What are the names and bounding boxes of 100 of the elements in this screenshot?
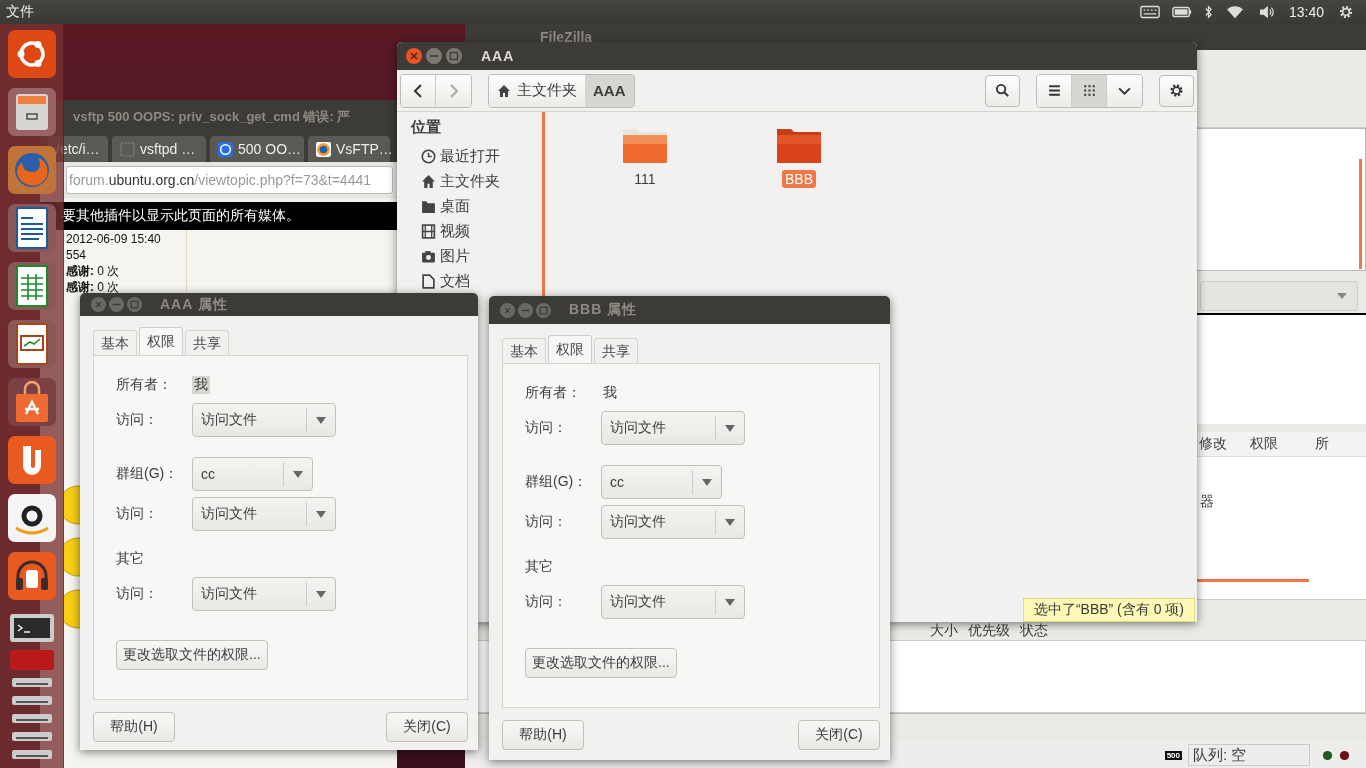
tile-icon[interactable]: [7, 436, 56, 484]
clock[interactable]: 13:40: [1288, 4, 1324, 20]
help-button[interactable]: 帮助(H): [502, 720, 584, 750]
path-button[interactable]: 主文件夹: [489, 74, 585, 107]
dialog-tab[interactable]: 权限: [139, 327, 183, 355]
column-header[interactable]: 所: [1314, 435, 1366, 454]
field-label: 所有者：: [525, 384, 582, 402]
window-title: BBB 属性: [569, 301, 638, 319]
grid-view-button[interactable]: [1072, 74, 1107, 107]
sidebar-item[interactable]: 视频: [411, 219, 542, 244]
permission-dropdown[interactable]: 访问文件: [192, 403, 336, 437]
address-field[interactable]: forum.ubuntu.org.cn/viewtopic.php?f=73&t=4441: [66, 166, 393, 194]
settings-button[interactable]: [1159, 74, 1194, 107]
field-label: 其它: [525, 558, 554, 576]
column-header[interactable]: 大小: [930, 621, 958, 640]
field-label: 访问：: [116, 505, 159, 523]
sidebar-item[interactable]: 图片: [411, 244, 542, 269]
sidebar-item[interactable]: 主文件夹: [411, 169, 542, 194]
dropdown-arrow-icon: [293, 470, 303, 478]
post-info-text: 554: [66, 247, 88, 263]
close-icon[interactable]: [405, 47, 423, 65]
dialog-tab[interactable]: 权限: [548, 335, 592, 363]
camera-icon: [421, 249, 436, 264]
headphones-icon[interactable]: [7, 552, 56, 600]
permission-dropdown[interactable]: 访问文件: [601, 411, 745, 445]
search-button[interactable]: [985, 74, 1020, 107]
scrollbar-thumb[interactable]: [1197, 578, 1309, 582]
dropdown-arrow-icon: [725, 598, 735, 606]
minimize-icon[interactable]: [425, 47, 443, 65]
window-title: AAA: [481, 48, 515, 64]
sidebar-item[interactable]: 文档: [411, 269, 542, 294]
speed-limit-badge: 500: [1164, 750, 1182, 760]
permission-dropdown[interactable]: 访问文件: [192, 497, 336, 531]
bag-icon[interactable]: [7, 378, 56, 426]
scrollbar-thumb[interactable]: [1359, 158, 1362, 269]
column-header[interactable]: 状态: [1020, 621, 1048, 640]
window-title: FileZilla: [540, 28, 593, 45]
maximize-icon[interactable]: [445, 47, 463, 65]
post-info-text: 2012-06-09 15:40: [66, 231, 162, 247]
post-info-text: 感谢: 0 次: [66, 263, 121, 279]
window-title: AAA 属性: [160, 295, 228, 314]
view-menu-button[interactable]: [1107, 74, 1142, 107]
bluetooth-icon[interactable]: [1203, 5, 1213, 19]
post-info-text: 感谢: 0 次: [66, 279, 121, 295]
help-button[interactable]: 帮助(H): [93, 712, 175, 742]
permission-dropdown[interactable]: 访问文件: [601, 585, 745, 619]
keyboard-icon[interactable]: [1139, 5, 1160, 19]
field-label: 所有者：: [116, 376, 173, 394]
sidebar-item[interactable]: 最近打开: [411, 144, 542, 169]
sidebar-heading: 位置: [411, 118, 442, 137]
page-icon: [120, 141, 135, 157]
permission-dropdown[interactable]: 访问文件: [601, 505, 745, 539]
permission-dropdown[interactable]: 访问文件: [192, 577, 336, 611]
notice-text: 要其他插件以显示此页面的所有媒体。: [62, 207, 300, 225]
owner-value: 我: [602, 384, 618, 402]
field-label: 群组(G)：: [525, 473, 589, 491]
list-view-button[interactable]: [1037, 74, 1072, 107]
slides-icon[interactable]: [7, 320, 56, 368]
emoticon-icon: [64, 485, 80, 525]
settings-icon: [1169, 83, 1184, 98]
file-name[interactable]: 111: [631, 170, 659, 188]
smile-icon[interactable]: [7, 494, 56, 542]
dropdown-arrow-icon: [725, 518, 735, 526]
field-label: 访问：: [525, 513, 568, 531]
column-header[interactable]: 权限: [1250, 435, 1315, 454]
path-button[interactable]: AAA: [585, 74, 634, 107]
doc-icon[interactable]: [7, 204, 56, 252]
column-header[interactable]: 优先级: [968, 621, 1010, 640]
sidebar-item[interactable]: 桌面: [411, 194, 542, 219]
dropdown-arrow-icon: [725, 424, 735, 432]
cabinet-icon[interactable]: [7, 88, 56, 136]
permission-dropdown[interactable]: cc: [192, 457, 313, 491]
wifi-icon[interactable]: [1224, 5, 1245, 19]
change-permissions-button[interactable]: 更改选取文件的权限...: [525, 648, 677, 678]
status-light-icon: [1322, 749, 1333, 761]
status-tooltip: 选中了“BBB” (含有 0 项): [1022, 598, 1195, 622]
globe-icon[interactable]: [7, 146, 56, 194]
app-tile-icon[interactable]: [7, 648, 56, 670]
browser-tab[interactable]: vsftpd …: [112, 136, 206, 162]
film-icon: [421, 224, 436, 239]
list-icon: [1046, 83, 1062, 98]
change-permissions-button[interactable]: 更改选取文件的权限...: [116, 640, 268, 670]
back-button[interactable]: [401, 74, 436, 107]
close-button[interactable]: 关闭(C): [386, 712, 468, 742]
battery-icon[interactable]: [1171, 5, 1192, 19]
column-header[interactable]: 修改: [1199, 435, 1251, 454]
sheet-icon[interactable]: [7, 262, 56, 310]
browser-tab[interactable]: 500 OO…: [210, 136, 304, 162]
field-label: 访问：: [525, 593, 568, 611]
app-menu[interactable]: 文件: [6, 3, 34, 21]
owner-value: 我: [192, 376, 210, 394]
browser-tab[interactable]: VsFTP…: [308, 136, 390, 162]
dropdown-arrow-icon: [316, 590, 326, 598]
permission-dropdown[interactable]: cc: [601, 465, 722, 499]
ubuntu-icon[interactable]: [7, 30, 56, 78]
window-title: vsftp 500 OOPS: priv_sock_get_cmd 错误: 严: [73, 108, 351, 126]
close-button[interactable]: 关闭(C): [798, 720, 880, 750]
dropdown-arrow-icon: [1337, 292, 1347, 299]
folder-icon: [421, 199, 436, 214]
search-icon: [995, 83, 1010, 98]
